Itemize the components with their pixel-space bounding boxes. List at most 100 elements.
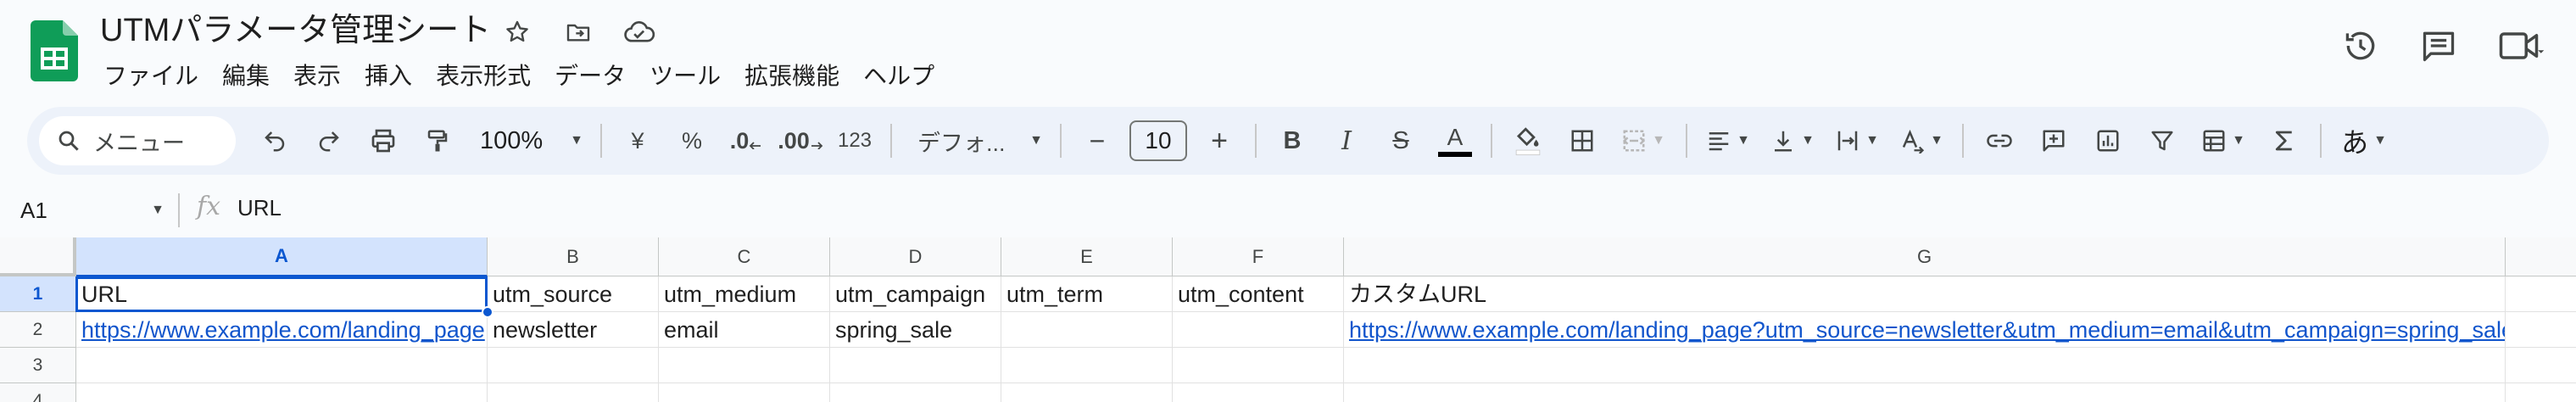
font-select[interactable]: デフォ... ▼ xyxy=(900,117,1051,165)
cell-e3[interactable] xyxy=(1001,348,1173,383)
cell-h3[interactable] xyxy=(2506,348,2576,383)
star-icon[interactable] xyxy=(499,14,536,51)
cell-c4[interactable] xyxy=(659,383,830,402)
cell-f4[interactable] xyxy=(1173,383,1344,402)
table-views-button[interactable]: ▼ xyxy=(2189,117,2257,165)
column-header-b[interactable]: B xyxy=(488,237,659,276)
font-size-input[interactable]: 10 xyxy=(1129,120,1187,161)
insert-link-button[interactable] xyxy=(1972,117,2027,165)
fill-handle[interactable] xyxy=(482,306,493,318)
column-header-f[interactable]: F xyxy=(1173,237,1344,276)
fill-color-button[interactable] xyxy=(1501,117,1555,165)
menu-extensions[interactable]: 拡張機能 xyxy=(733,58,851,95)
name-box[interactable]: A1 ▼ xyxy=(20,193,164,227)
cell-e1[interactable]: utm_term xyxy=(1001,276,1173,312)
zoom-select[interactable]: 100% ▼ xyxy=(465,117,592,165)
merge-cells-button[interactable]: ▼ xyxy=(1609,117,1677,165)
row-header-1[interactable]: 1 xyxy=(0,276,76,312)
chevron-down-icon: ▼ xyxy=(570,133,583,148)
bold-button[interactable]: B xyxy=(1265,117,1319,165)
cell-d1[interactable]: utm_campaign xyxy=(830,276,1001,312)
cell-d3[interactable] xyxy=(830,348,1001,383)
row-header-3[interactable]: 3 xyxy=(0,348,76,383)
paint-format-button[interactable] xyxy=(410,117,465,165)
column-header-c[interactable]: C xyxy=(659,237,830,276)
input-tools-button[interactable]: あ ▼ xyxy=(2330,117,2398,165)
cell-b2[interactable]: newsletter xyxy=(488,312,659,348)
strikethrough-button[interactable]: S xyxy=(1374,117,1428,165)
meet-video-icon[interactable] xyxy=(2498,22,2545,70)
column-header-d[interactable]: D xyxy=(830,237,1001,276)
menu-view[interactable]: 表示 xyxy=(282,58,353,95)
cell-e4[interactable] xyxy=(1001,383,1173,402)
cell-h4[interactable] xyxy=(2506,383,2576,402)
borders-button[interactable] xyxy=(1555,117,1609,165)
currency-format-button[interactable]: ¥ xyxy=(611,117,665,165)
cell-a4[interactable] xyxy=(76,383,488,402)
functions-button[interactable] xyxy=(2257,117,2311,165)
column-header-h[interactable] xyxy=(2506,237,2576,276)
menu-file[interactable]: ファイル xyxy=(92,58,210,95)
cell-f3[interactable] xyxy=(1173,348,1344,383)
menu-tools[interactable]: ツール xyxy=(638,58,733,95)
cell-f1[interactable]: utm_content xyxy=(1173,276,1344,312)
menu-data[interactable]: データ xyxy=(543,58,638,95)
cell-g1[interactable]: カスタムURL xyxy=(1344,276,2506,312)
decrease-font-size-button[interactable]: − xyxy=(1070,117,1124,165)
cell-g3[interactable] xyxy=(1344,348,2506,383)
filter-button[interactable] xyxy=(2135,117,2189,165)
sheets-logo-icon[interactable] xyxy=(31,20,78,81)
menu-insert[interactable]: 挿入 xyxy=(353,58,424,95)
cell-h2[interactable] xyxy=(2506,312,2576,348)
column-header-e[interactable]: E xyxy=(1001,237,1173,276)
print-button[interactable] xyxy=(356,117,410,165)
cell-d2[interactable]: spring_sale xyxy=(830,312,1001,348)
select-all-corner[interactable] xyxy=(0,237,76,276)
text-color-button[interactable]: A xyxy=(1428,117,1482,165)
comments-icon[interactable] xyxy=(2420,22,2457,70)
row-header-2[interactable]: 2 xyxy=(0,312,76,348)
italic-button[interactable]: I xyxy=(1319,117,1374,165)
cell-c1[interactable]: utm_medium xyxy=(659,276,830,312)
row-header-4[interactable]: 4 xyxy=(0,383,76,402)
menu-help[interactable]: ヘルプ xyxy=(851,58,946,95)
number-format-button[interactable]: 123 xyxy=(828,117,882,165)
cell-g2[interactable]: https://www.example.com/landing_page?utm… xyxy=(1344,312,2506,348)
menu-format[interactable]: 表示形式 xyxy=(424,58,543,95)
decrease-decimal-button[interactable]: .0 xyxy=(719,117,773,165)
cell-b4[interactable] xyxy=(488,383,659,402)
cell-e2[interactable] xyxy=(1001,312,1173,348)
arrow-right-icon xyxy=(811,142,823,149)
cell-b3[interactable] xyxy=(488,348,659,383)
cell-a2[interactable]: https://www.example.com/landing_page xyxy=(76,312,488,348)
horizontal-align-button[interactable]: ▼ xyxy=(1696,117,1760,165)
insert-chart-button[interactable] xyxy=(2081,117,2135,165)
cloud-saved-icon[interactable] xyxy=(621,14,658,51)
menu-edit[interactable]: 編集 xyxy=(210,58,282,95)
cell-a1[interactable]: URL xyxy=(76,276,488,312)
percent-format-button[interactable]: % xyxy=(665,117,719,165)
cell-c2[interactable]: email xyxy=(659,312,830,348)
redo-button[interactable] xyxy=(302,117,356,165)
cell-a3[interactable] xyxy=(76,348,488,383)
cell-f2[interactable] xyxy=(1173,312,1344,348)
undo-button[interactable] xyxy=(248,117,302,165)
increase-decimal-button[interactable]: .00 xyxy=(773,117,828,165)
cell-d4[interactable] xyxy=(830,383,1001,402)
cell-c3[interactable] xyxy=(659,348,830,383)
text-rotation-button[interactable]: ▼ xyxy=(1889,117,1954,165)
document-title[interactable]: UTMパラメータ管理シート xyxy=(100,12,491,49)
insert-comment-button[interactable] xyxy=(2027,117,2081,165)
menu-search[interactable]: メニュー xyxy=(39,116,236,165)
version-history-icon[interactable] xyxy=(2342,22,2379,70)
cell-g4[interactable] xyxy=(1344,383,2506,402)
vertical-align-button[interactable]: ▼ xyxy=(1760,117,1825,165)
cell-b1[interactable]: utm_source xyxy=(488,276,659,312)
increase-font-size-button[interactable]: + xyxy=(1192,117,1246,165)
formula-input[interactable]: URL xyxy=(237,195,282,221)
move-folder-icon[interactable] xyxy=(560,14,597,51)
column-header-g[interactable]: G xyxy=(1344,237,2506,276)
cell-h1[interactable] xyxy=(2506,276,2576,312)
text-wrap-button[interactable]: ▼ xyxy=(1825,117,1889,165)
column-header-a[interactable]: A xyxy=(76,237,488,276)
